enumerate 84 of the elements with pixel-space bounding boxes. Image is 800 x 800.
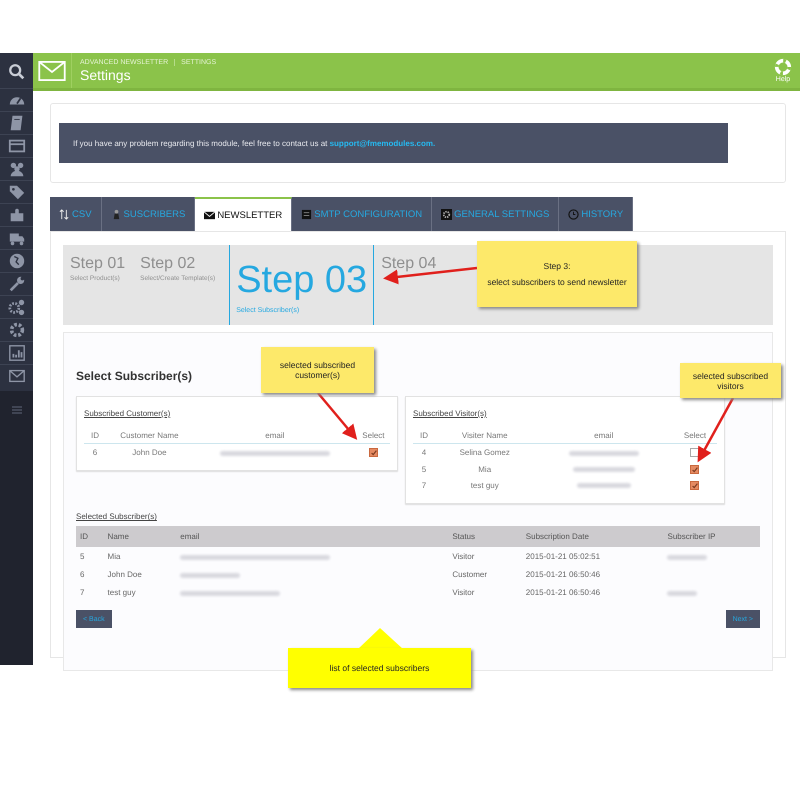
section-heading: Select Subscriber(s) bbox=[76, 369, 192, 383]
tab[interactable]: GENERAL SETTINGS bbox=[432, 197, 560, 231]
people-icon[interactable] bbox=[8, 160, 26, 178]
box-title: Subscribed Customer(s) bbox=[84, 409, 172, 418]
checkbox[interactable] bbox=[368, 448, 378, 458]
table-cell-text: test guy bbox=[106, 587, 137, 600]
blurred-email bbox=[568, 450, 639, 456]
table-cell-text: Customer bbox=[451, 569, 488, 582]
chart-icon[interactable] bbox=[8, 344, 26, 362]
column-header: Subscription Date bbox=[522, 526, 664, 548]
envelope-icon bbox=[38, 60, 66, 80]
checkbox[interactable] bbox=[690, 481, 700, 490]
table-cell-text: John Doe bbox=[106, 569, 143, 582]
column-header: Customer Name bbox=[106, 428, 193, 444]
tab[interactable]: HISTORY bbox=[559, 197, 634, 231]
table-cell: 5 bbox=[76, 547, 104, 566]
column-header: ID bbox=[76, 526, 104, 548]
server-icon bbox=[301, 208, 312, 220]
column-header: Visiter Name bbox=[435, 428, 534, 444]
gears-icon[interactable] bbox=[8, 298, 26, 316]
puzzle-icon[interactable] bbox=[8, 206, 26, 224]
column-header: Name bbox=[104, 526, 176, 548]
column-header: ID bbox=[413, 428, 435, 444]
globe-icon[interactable] bbox=[8, 252, 26, 270]
column-header: Status bbox=[448, 526, 522, 548]
column-header: ID bbox=[84, 428, 106, 444]
column-header: Select bbox=[356, 428, 390, 444]
callout-text: selected subscribed visitors bbox=[692, 370, 770, 390]
tab[interactable]: NEWSLETTER bbox=[195, 197, 292, 231]
column-header: Select bbox=[672, 428, 717, 444]
table-cell: 6 bbox=[84, 444, 106, 460]
table-cell-text: 7 bbox=[420, 480, 428, 492]
step-title: Step 04 bbox=[381, 255, 436, 273]
table-cell-text: 6 bbox=[79, 569, 86, 582]
callout-text: selected subscribed customer(s) bbox=[278, 360, 356, 380]
page-title: Settings bbox=[80, 66, 132, 82]
table-cell-text: Mia bbox=[477, 464, 492, 476]
support-email-link[interactable]: support@fmemodules.com. bbox=[330, 138, 436, 148]
callout-text: Step 3: bbox=[544, 261, 570, 271]
tab[interactable]: CSV bbox=[50, 197, 102, 231]
step-title: Step 02 bbox=[140, 255, 196, 273]
table-cell: Selina Gomez bbox=[435, 444, 534, 460]
checkbox[interactable] bbox=[690, 464, 700, 474]
table-cell-text: 2015-01-21 06:50:46 bbox=[524, 587, 602, 600]
callout-text: select subscribers to send newsletter bbox=[487, 277, 627, 287]
wrench-icon[interactable] bbox=[8, 275, 26, 293]
column-header: email bbox=[534, 428, 673, 444]
table-cell-text: Visitor bbox=[451, 587, 476, 600]
clock-icon bbox=[568, 208, 580, 220]
arrow bbox=[317, 392, 358, 440]
step-title: Step 03 bbox=[236, 259, 368, 302]
blurred-ip bbox=[667, 554, 708, 560]
search-icon[interactable] bbox=[8, 63, 26, 81]
tag-icon[interactable] bbox=[8, 183, 26, 201]
lifebuoy-icon bbox=[774, 58, 792, 76]
tab[interactable]: SUSCRIBERS bbox=[102, 197, 196, 231]
table-cell: 4 bbox=[413, 444, 435, 460]
table-cell-text: 2015-01-21 06:50:46 bbox=[524, 569, 602, 582]
box-title: Subscribed Visitor(s) bbox=[413, 409, 488, 418]
table-cell-text: test guy bbox=[470, 480, 500, 492]
table-cell-text: 7 bbox=[79, 587, 86, 600]
envelope-icon bbox=[204, 210, 216, 220]
tab[interactable]: SMTP CONFIGURATION bbox=[292, 197, 432, 231]
column-header: email bbox=[192, 428, 357, 444]
step-title: Step 01 bbox=[70, 255, 126, 273]
card-icon[interactable] bbox=[8, 137, 26, 155]
table-cell: Visitor bbox=[448, 547, 522, 566]
mail-icon[interactable] bbox=[8, 367, 26, 385]
column-header: email bbox=[176, 526, 448, 548]
table-cell: Mia bbox=[104, 547, 176, 566]
table-cell-text: 5 bbox=[420, 464, 428, 476]
gear-icon bbox=[441, 208, 452, 220]
table-cell: John Doe bbox=[106, 444, 193, 460]
table-cell: 2015-01-21 05:02:51 bbox=[522, 547, 664, 566]
blurred-email bbox=[576, 483, 631, 488]
arrows-icon bbox=[59, 208, 70, 220]
blurred-ip bbox=[667, 590, 698, 596]
notice-text: If you have any problem regarding this module, feel free to contact us at support@fmemodules.com. bbox=[73, 138, 436, 148]
blurred-email bbox=[180, 572, 240, 578]
column-header: Subscriber IP bbox=[663, 526, 760, 548]
blurred-email bbox=[572, 466, 635, 472]
gear-icon[interactable] bbox=[8, 321, 26, 339]
table-title: Selected Subscriber(s) bbox=[76, 512, 158, 522]
callout-text: list of selected subscribers bbox=[330, 663, 430, 673]
